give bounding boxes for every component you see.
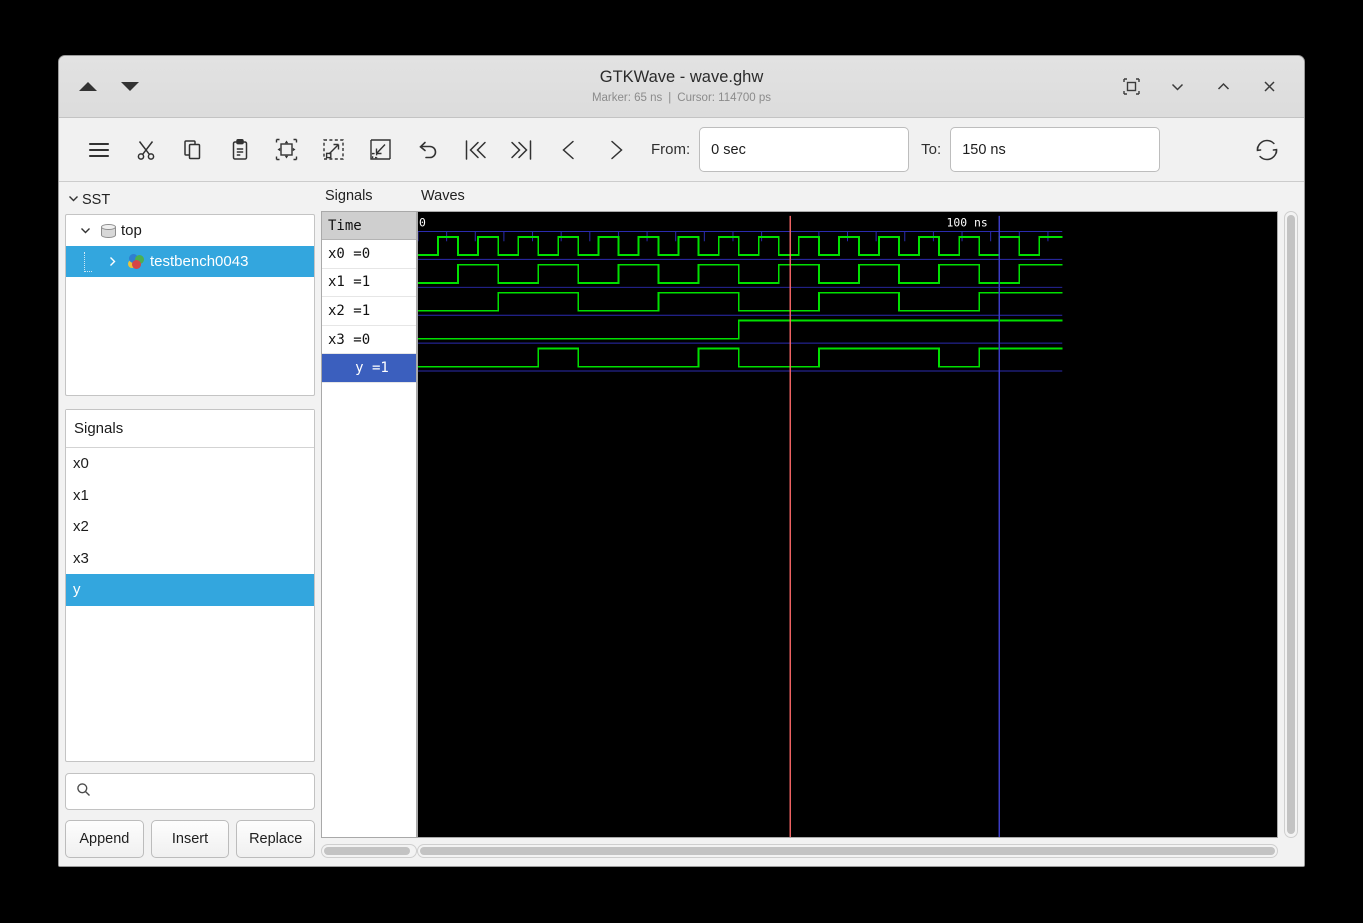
signals-list: x0 x1 x2 x3 y — [66, 448, 314, 761]
chevron-left-icon[interactable] — [545, 128, 592, 172]
sst-tree-panel: top testbench0043 — [65, 214, 315, 396]
reload-icon[interactable] — [1243, 128, 1290, 172]
window-buttons — [1118, 74, 1304, 100]
subtitle-separator: | — [668, 91, 672, 104]
scrollbar-thumb[interactable] — [324, 847, 410, 855]
titlebar-left-controls — [59, 82, 239, 91]
clipboard-icon[interactable] — [216, 128, 263, 172]
from-label: From: — [651, 141, 691, 158]
zoom-out-icon[interactable] — [357, 128, 404, 172]
waves-column: Waves 0 100 ns — [417, 182, 1304, 866]
sst-label: SST — [82, 192, 111, 208]
tree-expander-testbench[interactable] — [101, 255, 123, 268]
signal-row-x2[interactable]: x2 =1 — [322, 297, 416, 326]
signal-row-y[interactable]: y =1 — [322, 354, 416, 383]
close-icon[interactable] — [1256, 74, 1282, 100]
main-toolbar: From: 0 sec To: 150 ns — [59, 118, 1304, 182]
waves-vscrollbar[interactable] — [1284, 210, 1298, 838]
triangle-up-icon[interactable] — [79, 82, 97, 91]
window-subtitle: Marker: 65 ns | Cursor: 114700 ps — [592, 89, 771, 107]
search-input[interactable] — [99, 783, 304, 800]
sst-sidebar: SST top testbench0043 Signals x0 x1 x2 x… — [59, 182, 321, 866]
tree-item-label: testbench0043 — [150, 253, 249, 270]
scissors-icon[interactable] — [122, 128, 169, 172]
hamburger-menu-icon[interactable] — [75, 128, 122, 172]
waves-outer: 0 100 ns — [417, 210, 1298, 838]
time-tick-label: 100 ns — [947, 216, 988, 229]
list-item[interactable]: x0 — [66, 448, 314, 480]
marker-readout: Marker: 65 ns — [591, 91, 663, 104]
skip-end-icon[interactable] — [498, 128, 545, 172]
signal-source-panel: Signals x0 x1 x2 x3 y — [65, 409, 315, 762]
append-button[interactable]: Append — [65, 820, 144, 858]
maximize-icon[interactable] — [1210, 74, 1236, 100]
to-label: To: — [921, 141, 942, 158]
zoom-in-icon[interactable] — [310, 128, 357, 172]
undo-icon[interactable] — [404, 128, 451, 172]
window-title: GTKWave - wave.ghw — [599, 67, 764, 86]
minimize-icon[interactable] — [1164, 74, 1190, 100]
to-input[interactable]: 150 ns — [950, 127, 1161, 172]
list-item[interactable]: x1 — [66, 480, 314, 512]
tree-item-label: top — [121, 222, 142, 239]
waves-hscrollbar[interactable] — [417, 844, 1278, 858]
sphere-icon — [128, 253, 145, 270]
scrollbar-thumb[interactable] — [420, 847, 1275, 855]
signal-name-box: Time x0 =0 x1 =1 x2 =1 x3 =0 y =1 — [321, 211, 417, 838]
chevron-down-icon[interactable] — [67, 192, 80, 209]
list-item[interactable]: x3 — [66, 543, 314, 575]
desktop-background: GTKWave - wave.ghw Marker: 65 ns | Cursor:… — [0, 0, 1363, 923]
window-body: SST top testbench0043 Signals x0 x1 x2 x… — [59, 182, 1304, 866]
signals-panel-caption: Signals — [325, 188, 373, 204]
copy-icon[interactable] — [169, 128, 216, 172]
search-area: Append Insert Replace — [65, 773, 316, 858]
signal-row-x0[interactable]: x0 =0 — [322, 240, 416, 269]
from-input[interactable]: 0 sec — [699, 127, 910, 172]
tree-item-testbench0043[interactable]: testbench0043 — [66, 246, 314, 277]
search-icon — [76, 782, 91, 802]
window-titlebar: GTKWave - wave.ghw Marker: 65 ns | Cursor:… — [59, 56, 1304, 118]
replace-button[interactable]: Replace — [236, 820, 316, 858]
list-item[interactable]: x2 — [66, 511, 314, 543]
signal-row-x3[interactable]: x3 =0 — [322, 326, 416, 355]
sst-header[interactable]: SST — [65, 188, 315, 212]
time-tick-label: 0 — [419, 216, 426, 229]
signal-hscrollbar[interactable] — [321, 844, 417, 858]
signals-list-header: Signals — [66, 410, 314, 448]
waveform-svg: 0 100 ns — [418, 211, 1277, 837]
tree-item-top[interactable]: top — [66, 215, 314, 246]
tree-expander-top[interactable] — [74, 224, 96, 237]
action-button-row: Append Insert Replace — [65, 820, 316, 858]
cursor-readout: Cursor: 114700 ps — [677, 91, 772, 104]
signal-name-column: Signals Time x0 =0 x1 =1 x2 =1 x3 =0 y =… — [321, 182, 417, 866]
insert-button[interactable]: Insert — [150, 820, 230, 858]
zoom-fit-icon[interactable] — [263, 128, 310, 172]
skip-start-icon[interactable] — [451, 128, 498, 172]
time-header: Time — [322, 212, 416, 240]
fullscreen-icon[interactable] — [1118, 74, 1144, 100]
cylinder-icon — [101, 223, 116, 239]
signal-row-x1[interactable]: x1 =1 — [322, 269, 416, 298]
waves-panel-caption: Waves — [421, 188, 465, 204]
waveform-canvas[interactable]: 0 100 ns — [417, 210, 1278, 838]
scrollbar-thumb[interactable] — [1287, 214, 1295, 834]
list-item[interactable]: y — [66, 574, 314, 606]
search-box[interactable] — [65, 773, 315, 810]
chevron-right-icon[interactable] — [592, 128, 639, 172]
triangle-down-icon[interactable] — [121, 82, 139, 91]
gtkwave-window: GTKWave - wave.ghw Marker: 65 ns | Cursor:… — [58, 55, 1305, 867]
